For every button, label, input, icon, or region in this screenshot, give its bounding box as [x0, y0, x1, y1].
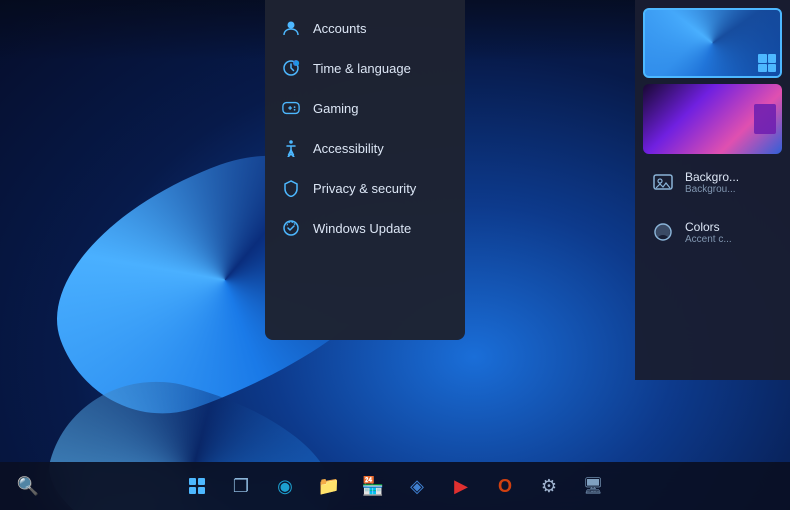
taskbar-search-button[interactable]: 🔍 [8, 466, 48, 506]
time-language-label: Time & language [313, 61, 411, 76]
edge-icon: ◉ [277, 476, 293, 497]
youtube-icon: ▶ [454, 476, 468, 497]
office-icon: O [498, 476, 512, 497]
settings-menu: Accounts 🌐 Time & language Gaming [265, 0, 465, 340]
taskbar-display-button[interactable]: 🖥 [573, 466, 613, 506]
wallpaper-thumbnail-2[interactable] [643, 84, 782, 154]
taskbar-file-explorer-button[interactable]: 📁 [309, 466, 349, 506]
background-settings-icon [649, 168, 677, 196]
taskbar-youtube-button[interactable]: ▶ [441, 466, 481, 506]
menu-item-accounts[interactable]: Accounts [265, 8, 465, 48]
file-explorer-icon: 📁 [318, 476, 340, 497]
right-panel-background-item[interactable]: Backgro... Backgrou... [643, 160, 782, 204]
privacy-security-label: Privacy & security [313, 181, 416, 196]
time-language-icon: 🌐 [281, 58, 301, 78]
taskbar-store-button[interactable]: 🏪 [353, 466, 393, 506]
privacy-security-icon [281, 178, 301, 198]
taskbar-task-view-button[interactable]: ❐ [221, 466, 261, 506]
background-title: Backgro... [685, 170, 739, 184]
settings-gear-icon: ⚙ [541, 476, 557, 497]
accessibility-label: Accessibility [313, 141, 384, 156]
taskbar-office-button[interactable]: O [485, 466, 525, 506]
search-icon: 🔍 [17, 476, 39, 497]
taskbar-edge-canary-button[interactable]: ◈ [397, 466, 437, 506]
windows-logo-badge-1 [758, 54, 776, 72]
right-panel-colors-item[interactable]: Colors Accent c... [643, 210, 782, 254]
taskbar-edge-button[interactable]: ◉ [265, 466, 305, 506]
windows-logo-icon [189, 478, 205, 494]
thumb2-accent-rect [754, 104, 776, 134]
background-settings-text: Backgro... Backgrou... [685, 170, 739, 195]
edge-canary-icon: ◈ [410, 476, 424, 497]
windows-update-label: Windows Update [313, 221, 411, 236]
colors-subtitle: Accent c... [685, 234, 732, 245]
accounts-icon [281, 18, 301, 38]
accessibility-icon [281, 138, 301, 158]
colors-settings-text: Colors Accent c... [685, 220, 732, 245]
colors-title: Colors [685, 220, 732, 234]
menu-item-privacy-security[interactable]: Privacy & security [265, 168, 465, 208]
gaming-icon [281, 98, 301, 118]
menu-item-windows-update[interactable]: Windows Update [265, 208, 465, 248]
store-icon: 🏪 [362, 476, 384, 497]
menu-item-accessibility[interactable]: Accessibility [265, 128, 465, 168]
background-subtitle: Backgrou... [685, 184, 739, 195]
svg-text:🌐: 🌐 [295, 61, 300, 66]
wallpaper-thumbnail-1[interactable] [643, 8, 782, 78]
taskbar-settings-button[interactable]: ⚙ [529, 466, 569, 506]
display-icon: 🖥 [583, 476, 603, 496]
menu-item-time-language[interactable]: 🌐 Time & language [265, 48, 465, 88]
gaming-label: Gaming [313, 101, 359, 116]
menu-item-gaming[interactable]: Gaming [265, 88, 465, 128]
taskbar-center-icons: ❐ ◉ 📁 🏪 ◈ ▶ O ⚙ 🖥 [177, 466, 613, 506]
colors-settings-icon [649, 218, 677, 246]
taskbar-start-button[interactable] [177, 466, 217, 506]
task-view-icon: ❐ [233, 476, 249, 497]
right-settings-panel: Backgro... Backgrou... Colors Accent c..… [635, 0, 790, 380]
taskbar: 🔍 ❐ ◉ 📁 🏪 ◈ [0, 462, 790, 510]
taskbar-left: 🔍 [8, 466, 48, 506]
accounts-label: Accounts [313, 21, 366, 36]
windows-update-icon [281, 218, 301, 238]
